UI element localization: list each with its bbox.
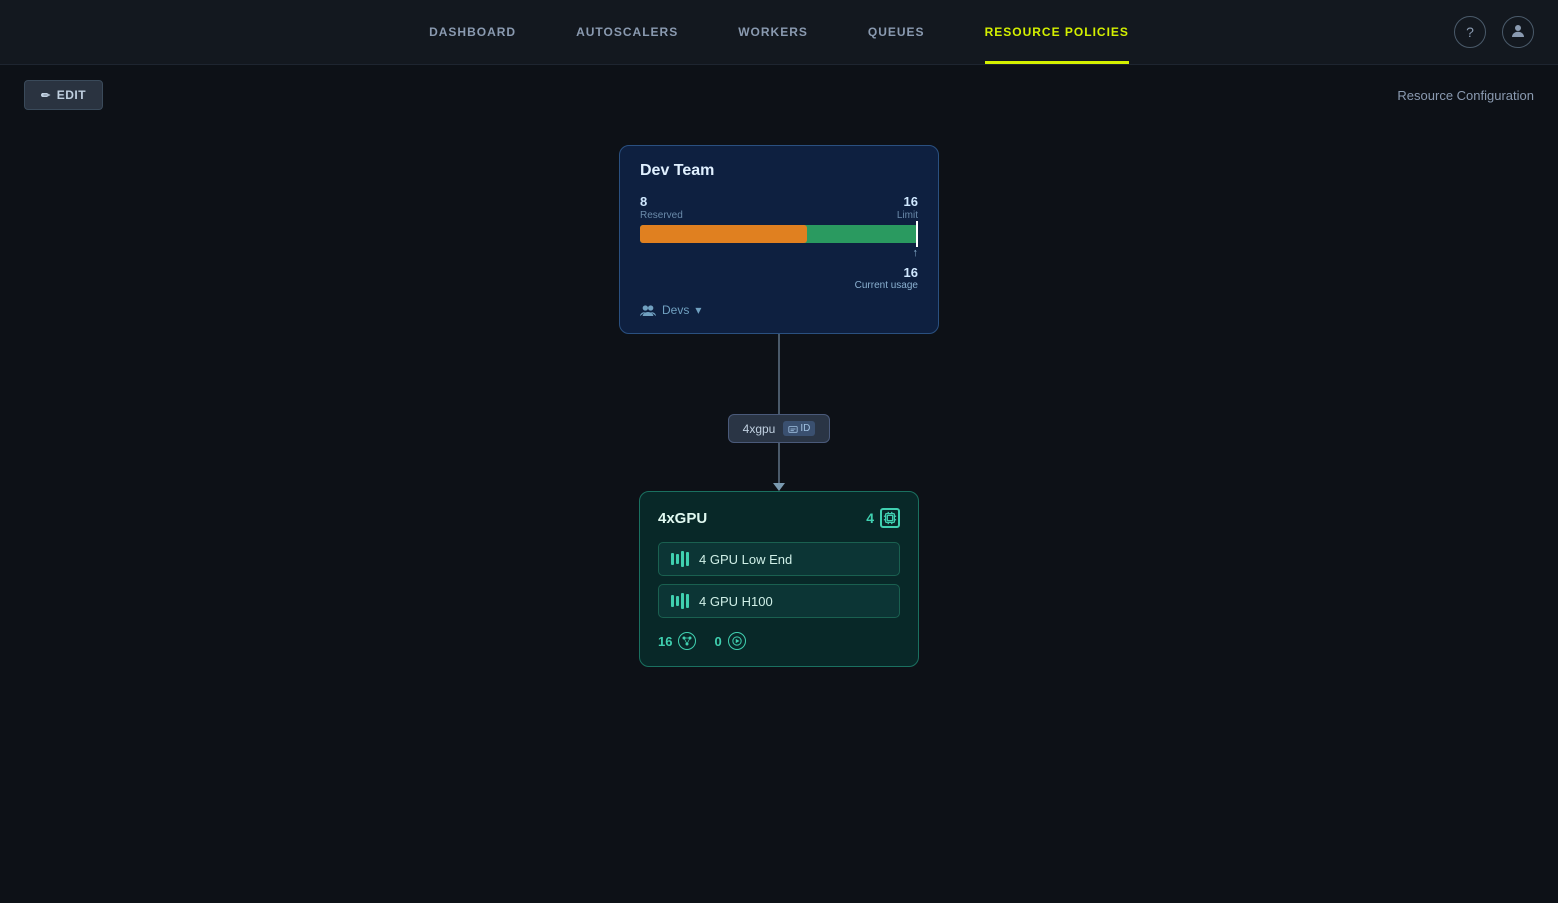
play-icon: [728, 632, 746, 650]
help-icon: ?: [1466, 24, 1474, 40]
gpu-count: 4: [866, 508, 900, 528]
current-usage-arrow: ↑: [913, 247, 919, 259]
bar-4b: [686, 594, 689, 608]
gpu-row-1-label: 4 GPU Low End: [699, 552, 792, 567]
gpu-row-2-label: 4 GPU H100: [699, 594, 773, 609]
nav-label-dashboard: DASHBOARD: [429, 25, 516, 39]
gpu-row-2: 4 GPU H100: [658, 584, 900, 618]
gpu-card-footer: 16 0: [658, 632, 900, 650]
connector-line-2: [778, 443, 780, 483]
bar-4: [686, 552, 689, 566]
gpu-row-icon-2: [671, 593, 689, 609]
edit-label: EDIT: [57, 88, 86, 102]
play-circle-icon: [732, 636, 742, 646]
gpu-count-value: 4: [866, 510, 874, 526]
top-nav: DASHBOARD AUTOSCALERS WORKERS QUEUES RES…: [0, 0, 1558, 65]
help-button[interactable]: ?: [1454, 16, 1486, 48]
progress-marker: [916, 221, 918, 247]
network-icon: [681, 635, 693, 647]
nav-right: ?: [1454, 16, 1534, 48]
card-footer-devs[interactable]: Devs ▾: [640, 303, 918, 317]
workers-icon: [678, 632, 696, 650]
bar-2b: [676, 596, 679, 606]
chevron-down-icon: ▾: [695, 303, 701, 317]
policy-label-node[interactable]: 4xgpu ID: [728, 414, 831, 443]
progress-bar-container: [640, 225, 918, 243]
current-usage-group: ↑ 16 Current usage: [640, 247, 918, 291]
footer-workers-value: 16: [658, 634, 672, 649]
gpu-row-1: 4 GPU Low End: [658, 542, 900, 576]
connector-line-1: [778, 334, 780, 414]
nav-items: DASHBOARD AUTOSCALERS WORKERS QUEUES RES…: [429, 0, 1129, 64]
progress-bar-orange: [640, 225, 807, 243]
group-icon: [640, 303, 656, 317]
bar-1b: [671, 595, 674, 607]
devs-label: Devs: [662, 303, 689, 317]
connector-2: [778, 443, 780, 483]
footer-running: 0: [714, 632, 745, 650]
nav-item-resource-policies[interactable]: RESOURCE POLICIES: [985, 0, 1129, 64]
current-usage-display: 16 Current usage: [855, 265, 918, 291]
reserved-label-group: 8 Reserved: [640, 194, 683, 221]
id-icon: [788, 424, 798, 434]
gpu-card: 4xGPU 4: [639, 491, 919, 667]
bar-1: [671, 553, 674, 565]
resource-config-link[interactable]: Resource Configuration: [1397, 88, 1534, 103]
progress-section: 8 Reserved 16 Limit ↑ 16: [640, 194, 918, 291]
gpu-card-header: 4xGPU 4: [658, 508, 900, 528]
current-usage-value: 16: [904, 265, 918, 280]
connector-arrow: [773, 483, 785, 491]
bar-2: [676, 554, 679, 564]
dev-team-card: Dev Team 8 Reserved 16 Limit: [619, 145, 939, 334]
current-usage-label: Current usage: [855, 280, 918, 291]
nav-label-queues: QUEUES: [868, 25, 925, 39]
cpu-icon: [880, 508, 900, 528]
toolbar: EDIT Resource Configuration: [0, 65, 1558, 125]
reserved-value: 8: [640, 194, 683, 209]
nav-label-workers: WORKERS: [738, 25, 808, 39]
limit-label-group: 16 Limit: [897, 194, 918, 221]
user-icon: [1509, 22, 1527, 43]
nav-item-dashboard[interactable]: DASHBOARD: [429, 0, 516, 64]
dev-team-title: Dev Team: [640, 162, 918, 180]
limit-label: Limit: [897, 210, 918, 221]
nav-item-queues[interactable]: QUEUES: [868, 0, 925, 64]
gpu-row-icon-1: [671, 551, 689, 567]
nav-item-autoscalers[interactable]: AUTOSCALERS: [576, 0, 678, 64]
user-button[interactable]: [1502, 16, 1534, 48]
id-badge: ID: [783, 421, 815, 436]
nav-label-resource-policies: RESOURCE POLICIES: [985, 25, 1129, 39]
footer-running-value: 0: [714, 634, 721, 649]
pencil-icon: [41, 88, 51, 102]
gpu-card-title: 4xGPU: [658, 510, 707, 527]
nav-label-autoscalers: AUTOSCALERS: [576, 25, 678, 39]
policy-node-label: 4xgpu: [743, 422, 776, 436]
bar-3: [681, 551, 684, 567]
flow-container: Dev Team 8 Reserved 16 Limit: [619, 145, 939, 667]
cpu-chip-icon: [883, 511, 897, 525]
limit-value: 16: [897, 194, 918, 209]
bar-3b: [681, 593, 684, 609]
edit-button[interactable]: EDIT: [24, 80, 103, 110]
reserved-label: Reserved: [640, 210, 683, 221]
progress-labels: 8 Reserved 16 Limit: [640, 194, 918, 221]
canvas: Dev Team 8 Reserved 16 Limit: [0, 125, 1558, 903]
nav-item-workers[interactable]: WORKERS: [738, 0, 808, 64]
connector-1: [778, 334, 780, 414]
footer-workers: 16: [658, 632, 696, 650]
